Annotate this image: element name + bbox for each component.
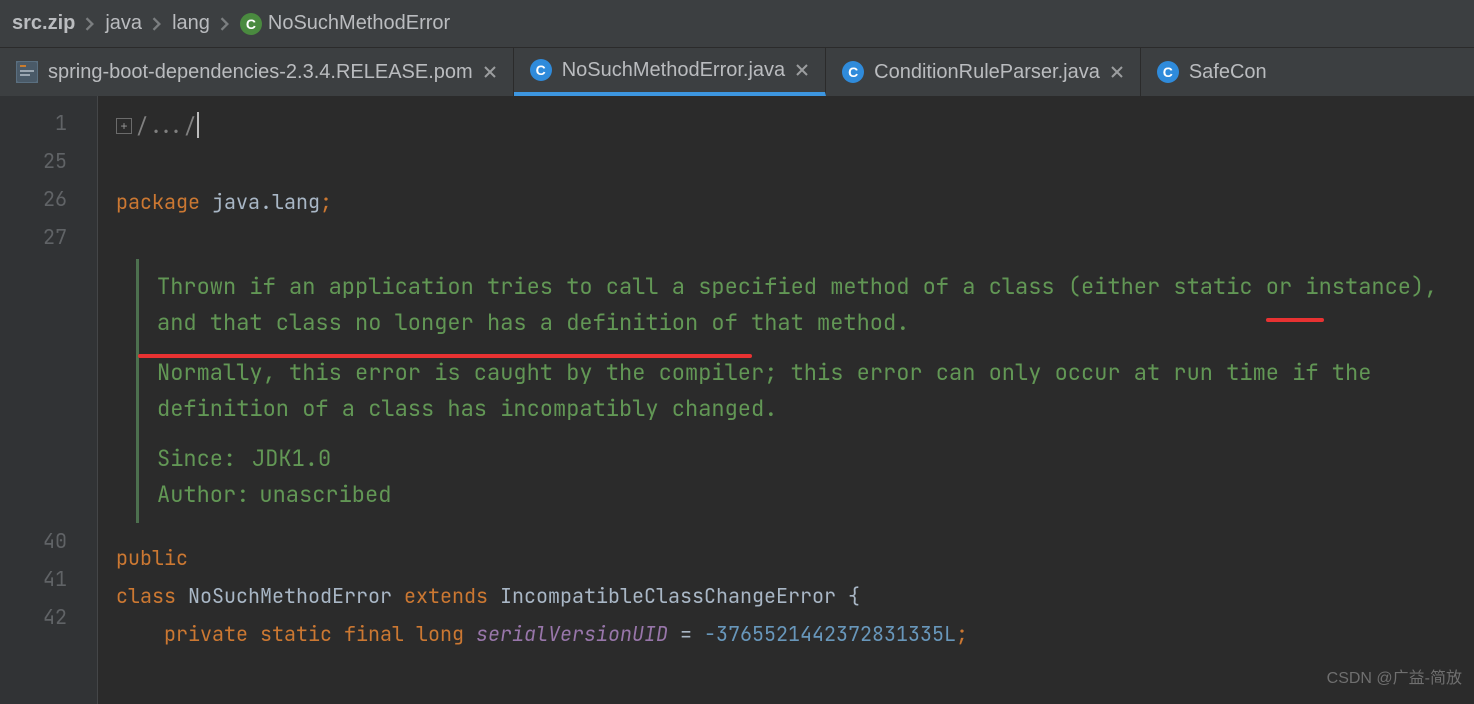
javadoc-author-label: Author:: [157, 477, 249, 513]
javadoc-since: Since: JDK1.0: [157, 441, 1440, 477]
class-icon: C: [240, 13, 262, 35]
semicolon: ;: [956, 621, 968, 647]
line-number: 1: [0, 104, 67, 142]
javadoc-block: Thrown if an application tries to call a…: [136, 259, 1456, 523]
field-name: serialVersionUID: [476, 621, 668, 647]
kw-private: private: [164, 621, 248, 647]
chevron-right-icon: [152, 17, 162, 31]
kw-long: long: [416, 621, 464, 647]
javadoc-paragraph: Thrown if an application tries to call a…: [157, 269, 1440, 341]
javadoc-paragraph: Normally, this error is caught by the co…: [157, 355, 1440, 427]
tab-label: NoSuchMethodError.java: [562, 59, 785, 82]
breadcrumb-label: lang: [172, 12, 210, 35]
tab-label: ConditionRuleParser.java: [874, 61, 1100, 84]
tab-label: spring-boot-dependencies-2.3.4.RELEASE.p…: [48, 61, 473, 84]
breadcrumb-label: java: [105, 12, 142, 35]
class-icon: C: [1157, 61, 1179, 83]
line-number: 42: [0, 598, 67, 636]
tab-nosuchmethoderror[interactable]: C NoSuchMethodError.java: [514, 48, 826, 96]
annotation-underline: [1266, 318, 1324, 322]
close-icon[interactable]: [483, 65, 497, 79]
breadcrumb-item[interactable]: C NoSuchMethodError: [240, 12, 450, 35]
plus-icon: +: [116, 118, 132, 134]
line-number: 26: [0, 180, 67, 218]
breadcrumb: src.zip java lang C NoSuchMethodError: [0, 0, 1474, 48]
chevron-right-icon: [85, 17, 95, 31]
class-icon: C: [530, 59, 552, 81]
brace-open: {: [848, 583, 860, 609]
kw-extends: extends: [404, 583, 488, 609]
line-number: 27: [0, 218, 67, 256]
breadcrumb-label: NoSuchMethodError: [268, 12, 450, 35]
tab-safecon[interactable]: C SafeCon: [1141, 48, 1283, 96]
javadoc-since-label: Since:: [157, 441, 242, 477]
line-number: 40: [0, 522, 67, 560]
breadcrumb-item[interactable]: lang: [172, 12, 210, 35]
pom-file-icon: [16, 61, 38, 83]
annotation-underline: [138, 354, 752, 358]
numeric-literal: -3765521442372831335L: [704, 621, 956, 647]
chevron-right-icon: [220, 17, 230, 31]
watermark: CSDN @广益-简放: [1327, 660, 1462, 698]
line-number: 25: [0, 142, 67, 180]
breadcrumb-label: src.zip: [12, 12, 75, 35]
javadoc-author-value: unascribed: [259, 477, 391, 513]
editor[interactable]: 1 25 26 27 40 41 42 +/.../ package java.…: [0, 96, 1474, 704]
kw-public: public: [116, 545, 188, 571]
gutter: 1 25 26 27 40 41 42: [0, 96, 98, 704]
editor-tabs: spring-boot-dependencies-2.3.4.RELEASE.p…: [0, 48, 1474, 96]
super-class: IncompatibleClassChangeError: [500, 583, 836, 609]
line-number: 41: [0, 560, 67, 598]
close-icon[interactable]: [795, 63, 809, 77]
fold-text: /.../: [136, 107, 196, 145]
breadcrumb-item[interactable]: src.zip: [12, 12, 75, 35]
tab-label: SafeCon: [1189, 61, 1267, 84]
breadcrumb-item[interactable]: java: [105, 12, 142, 35]
class-icon: C: [842, 61, 864, 83]
kw-static: static: [260, 621, 332, 647]
kw-class: class: [116, 583, 176, 609]
code-area[interactable]: +/.../ package java.lang; Thrown if an a…: [98, 96, 1474, 704]
kw-final: final: [344, 621, 404, 647]
text-caret: [197, 112, 199, 138]
javadoc-author: Author: unascribed: [157, 477, 1440, 513]
kw-package: package: [116, 189, 200, 215]
tab-conditionruleparser[interactable]: C ConditionRuleParser.java: [826, 48, 1141, 96]
fold-toggle[interactable]: +/.../: [116, 107, 196, 145]
semicolon: ;: [320, 189, 332, 215]
class-name: NoSuchMethodError: [188, 583, 392, 609]
package-name: java.lang: [212, 189, 320, 215]
equals: =: [680, 621, 692, 647]
close-icon[interactable]: [1110, 65, 1124, 79]
javadoc-since-value: JDK1.0: [252, 441, 331, 477]
tab-pom[interactable]: spring-boot-dependencies-2.3.4.RELEASE.p…: [0, 48, 514, 96]
